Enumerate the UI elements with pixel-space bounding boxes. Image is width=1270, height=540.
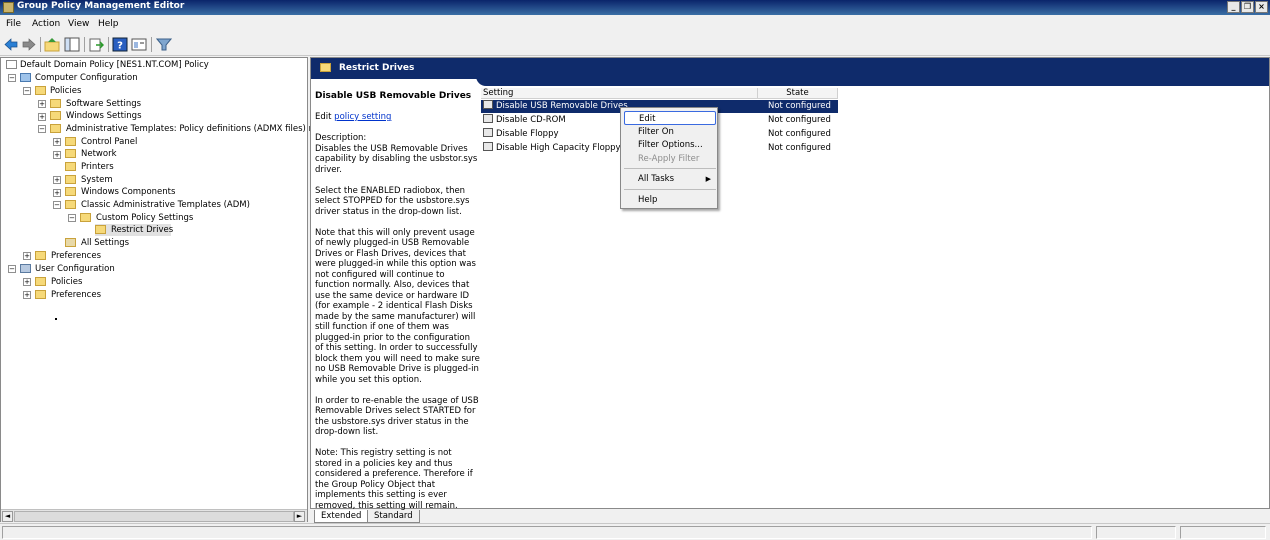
expand-toggle[interactable]: + <box>38 113 46 121</box>
menu-help[interactable]: Help <box>98 19 119 29</box>
extended-description: Disable USB Removable Drives Edit policy… <box>315 91 480 522</box>
description-paragraph: Note: This registry setting is not store… <box>315 448 473 511</box>
description-paragraph: In order to re-enable the usage of USB R… <box>315 395 479 438</box>
menu-item-all-tasks[interactable]: All Tasks ▶ <box>624 172 716 186</box>
folder-icon <box>65 187 76 196</box>
expand-toggle[interactable]: + <box>53 151 61 159</box>
policy-icon <box>6 60 17 69</box>
status-panel <box>1180 526 1266 539</box>
settings-list: Setting State Disable USB Removable Driv… <box>481 88 1269 508</box>
expand-toggle[interactable]: + <box>23 278 31 286</box>
settings-icon <box>65 238 76 247</box>
folder-icon <box>50 124 61 133</box>
expand-toggle[interactable]: + <box>53 189 61 197</box>
tree-pane[interactable]: Default Domain Policy [NES1.NT.COM] Poli… <box>0 57 337 522</box>
folder-icon <box>80 213 91 222</box>
user-icon <box>20 264 31 273</box>
description-paragraph: Disables the USB Removable Drives capabi… <box>315 143 478 175</box>
computer-icon <box>20 73 31 82</box>
folder-icon <box>65 175 76 184</box>
expand-toggle[interactable]: + <box>23 252 31 260</box>
tab-extended[interactable]: Extended <box>314 510 369 523</box>
column-header-setting[interactable]: Setting <box>481 88 758 99</box>
help-icon[interactable]: ? <box>112 37 128 52</box>
collapse-toggle[interactable]: − <box>38 125 46 133</box>
folder-icon <box>35 251 46 260</box>
description-paragraph: Select the ENABLED radiobox, then select… <box>315 185 470 217</box>
description-paragraph: Note that this will only prevent usage o… <box>315 227 480 385</box>
policy-setting-icon <box>483 142 493 151</box>
menu-item-edit[interactable]: Edit <box>624 111 716 125</box>
collapse-toggle[interactable]: − <box>8 265 16 273</box>
setting-title: Disable USB Removable Drives <box>315 91 472 101</box>
menu-action[interactable]: Action <box>32 19 60 29</box>
restore-button[interactable]: ❐ <box>1241 1 1254 13</box>
folder-icon <box>35 290 46 299</box>
context-menu: Edit Filter On Filter Options... Re-Appl… <box>620 107 718 209</box>
details-pane: Restrict Drives Disable USB Removable Dr… <box>310 57 1270 511</box>
horizontal-scrollbar[interactable]: ◄ ► <box>1 509 307 522</box>
forward-arrow-icon[interactable] <box>21 37 37 52</box>
collapse-toggle[interactable]: − <box>53 201 61 209</box>
menu-item-help[interactable]: Help <box>624 193 716 207</box>
cursor-dot <box>55 318 57 320</box>
folder-icon <box>95 225 106 234</box>
folder-icon <box>50 99 61 108</box>
title-bar: Group Policy Management Editor _ ❐ × <box>0 0 1270 15</box>
window-title: Group Policy Management Editor <box>17 1 185 11</box>
status-panel <box>1096 526 1176 539</box>
scroll-left-arrow-icon[interactable]: ◄ <box>2 511 13 522</box>
menu-bar: File Action View Help <box>0 16 1270 33</box>
show-hide-tree-icon[interactable] <box>64 37 80 52</box>
folder-icon <box>65 162 76 171</box>
scroll-thumb[interactable] <box>14 511 294 522</box>
details-header-title: Restrict Drives <box>339 63 415 73</box>
folder-icon <box>65 200 76 209</box>
app-icon <box>3 2 14 13</box>
expand-toggle[interactable]: + <box>23 291 31 299</box>
folder-icon <box>35 277 46 286</box>
menu-file[interactable]: File <box>6 19 21 29</box>
folder-icon <box>65 137 76 146</box>
properties-icon[interactable] <box>131 37 147 52</box>
view-tabs: Extended Standard <box>310 510 710 523</box>
description-label: Description: <box>315 133 367 143</box>
policy-setting-icon <box>483 100 493 109</box>
edit-policy-setting-link[interactable]: policy setting <box>334 112 391 122</box>
close-button[interactable]: × <box>1255 1 1268 13</box>
folder-icon <box>50 111 61 120</box>
folder-icon <box>35 86 46 95</box>
column-header-state[interactable]: State <box>758 88 838 99</box>
status-bar <box>0 523 1270 540</box>
menu-item-filter-on[interactable]: Filter On <box>624 125 716 139</box>
folder-icon <box>320 63 331 72</box>
folder-icon <box>65 149 76 158</box>
expand-toggle[interactable]: + <box>53 138 61 146</box>
submenu-arrow-icon: ▶ <box>705 175 711 183</box>
policy-setting-icon <box>483 114 493 123</box>
menu-item-filter-options[interactable]: Filter Options... <box>624 138 716 152</box>
expand-toggle[interactable]: + <box>38 100 46 108</box>
menu-view[interactable]: View <box>68 19 89 29</box>
minimize-button[interactable]: _ <box>1227 1 1240 13</box>
expand-toggle[interactable]: + <box>53 176 61 184</box>
back-arrow-icon[interactable] <box>3 37 19 52</box>
tab-standard[interactable]: Standard <box>367 510 420 523</box>
edit-prefix: Edit <box>315 112 335 122</box>
filter-icon[interactable] <box>155 37 173 52</box>
collapse-toggle[interactable]: − <box>68 214 76 222</box>
svg-text:?: ? <box>117 41 123 52</box>
menu-item-reapply-filter[interactable]: Re-Apply Filter <box>624 152 716 166</box>
tree-restrict-drives[interactable]: Restrict Drives <box>95 224 173 236</box>
policy-setting-icon <box>483 128 493 137</box>
up-folder-icon[interactable] <box>44 37 60 52</box>
export-list-icon[interactable] <box>88 37 105 52</box>
collapse-toggle[interactable]: − <box>23 87 31 95</box>
toolbar: ? <box>0 34 1270 56</box>
collapse-toggle[interactable]: − <box>8 74 16 82</box>
status-panel <box>2 526 1092 539</box>
scroll-right-arrow-icon[interactable]: ► <box>294 511 305 522</box>
